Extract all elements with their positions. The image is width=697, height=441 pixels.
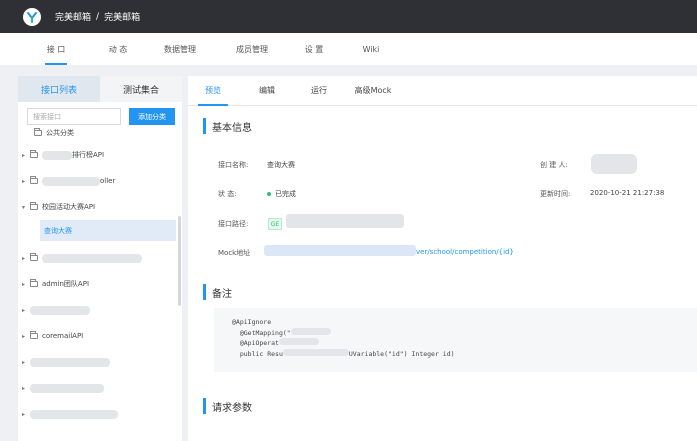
interface-tree: 公共分类 ▸ 排行榜API ▸ oller ▾ 校园活动大赛API 查询大赛 ▸: [18, 126, 182, 427]
tab-test-collection[interactable]: 测试集合: [100, 76, 182, 102]
folder-icon: [30, 279, 38, 287]
sidebar-scrollbar[interactable]: [178, 216, 181, 306]
breadcrumb-separator: /: [96, 11, 100, 22]
mock-url-link[interactable]: ver/school/competition/{id}: [416, 248, 514, 256]
yapi-logo-icon: [27, 11, 37, 23]
tab-preview[interactable]: 预览: [194, 75, 232, 106]
tree-category[interactable]: ▸ 排行榜API: [18, 142, 182, 168]
redacted-text: [290, 327, 331, 335]
tree-category[interactable]: ▸: [18, 401, 182, 427]
redacted-text: [30, 383, 104, 393]
detail-tabs: 预览 编辑 运行 高级Mock: [188, 76, 697, 106]
tree-category[interactable]: ▸: [18, 245, 182, 271]
tree-interface-selected[interactable]: 查询大赛: [40, 220, 176, 241]
method-tag: GE: [268, 218, 282, 230]
caret-right-icon[interactable]: ▸: [22, 359, 30, 366]
redacted-text: [30, 409, 118, 419]
creator-avatar[interactable]: [591, 154, 637, 174]
caret-right-icon[interactable]: ▸: [22, 385, 30, 392]
redacted-text: [282, 348, 349, 356]
caret-right-icon[interactable]: ▸: [22, 281, 30, 288]
caret-right-icon[interactable]: ▸: [22, 411, 30, 418]
code-line: @ApiOperat: [232, 338, 697, 349]
tab-interface-list[interactable]: 接口列表: [18, 76, 100, 102]
redacted-path: [286, 214, 404, 228]
add-category-button[interactable]: 添加分类: [129, 108, 175, 125]
interface-sidebar: 接口列表 测试集合 添加分类 公共分类 ▸ 排行榜API ▸ oller ▾ 校…: [18, 76, 182, 441]
tab-run[interactable]: 运行: [300, 75, 338, 105]
breadcrumb-group[interactable]: 完美邮箱: [55, 10, 91, 23]
section-title-basic-info: 基本信息: [203, 118, 252, 134]
nav-tab-wiki[interactable]: Wiki: [340, 33, 402, 65]
folder-icon: [30, 331, 38, 339]
tree-category[interactable]: ▸ oller: [18, 168, 182, 194]
field-label-mock: Mock地址: [218, 249, 251, 257]
section-title-remark: 备注: [203, 284, 232, 300]
folder-icon: [30, 150, 38, 158]
tree-category[interactable]: ▸ coremailAPI: [18, 323, 182, 349]
nav-tab-interface[interactable]: 接 口: [35, 33, 77, 65]
tree-category[interactable]: ▸ admin团队API: [18, 271, 182, 297]
tree-category[interactable]: ▸: [18, 375, 182, 401]
interface-detail-panel: 预览 编辑 运行 高级Mock 基本信息 接口名称: 查询大赛 创 建 人: 状…: [188, 76, 697, 441]
tree-category-expanded[interactable]: ▾ 校园活动大赛API: [18, 194, 182, 220]
tree-category[interactable]: ▸: [18, 349, 182, 375]
status-badge: 已完成: [267, 189, 296, 199]
caret-right-icon[interactable]: ▸: [22, 178, 30, 185]
field-label-status: 状 态:: [218, 190, 237, 198]
field-label-creator: 创 建 人:: [540, 161, 568, 169]
redacted-text: [30, 357, 110, 367]
top-bar: 完美邮箱 / 完美邮箱: [0, 0, 697, 33]
search-interface-input[interactable]: [27, 108, 121, 125]
folder-icon: [34, 128, 42, 136]
redacted-text: [42, 176, 100, 186]
section-title-request-params: 请求参数: [203, 398, 252, 414]
redacted-mock-url: [264, 245, 416, 256]
app-logo[interactable]: [23, 7, 41, 26]
caret-right-icon[interactable]: ▸: [22, 255, 30, 262]
field-label-path: 接口路径:: [218, 220, 249, 228]
field-value-updated: 2020-10-21 21:27:38: [590, 189, 665, 197]
field-label-name: 接口名称:: [218, 161, 249, 169]
sidebar-search-row: 添加分类: [18, 102, 182, 129]
tab-edit[interactable]: 编辑: [248, 75, 286, 105]
caret-right-icon[interactable]: ▸: [22, 152, 30, 159]
caret-right-icon[interactable]: ▸: [22, 307, 30, 314]
breadcrumb-project[interactable]: 完美邮箱: [104, 10, 140, 23]
nav-tab-member-management[interactable]: 成员管理: [221, 33, 283, 65]
redacted-text: [278, 338, 319, 345]
remark-code-block: @ApiIgnore @GetMapping(" @ApiOperat publ…: [214, 308, 697, 372]
redacted-text: [42, 253, 142, 263]
field-label-updated: 更新时间:: [540, 190, 571, 198]
project-nav: 接 口 动 态 数据管理 成员管理 设 置 Wiki: [0, 33, 697, 65]
caret-right-icon[interactable]: ▸: [22, 333, 30, 340]
field-value-name: 查询大赛: [267, 161, 295, 169]
folder-icon: [30, 202, 38, 210]
status-dot-icon: [267, 192, 271, 196]
tab-advanced-mock[interactable]: 高级Mock: [346, 75, 400, 105]
code-line: @GetMapping(": [232, 327, 697, 339]
redacted-text: [42, 150, 72, 160]
nav-tab-data-management[interactable]: 数据管理: [149, 33, 211, 65]
folder-icon: [30, 176, 38, 184]
redacted-text: [30, 305, 90, 315]
folder-icon: [30, 253, 38, 261]
tree-category[interactable]: 公共分类: [18, 126, 182, 140]
nav-tab-settings[interactable]: 设 置: [283, 33, 345, 65]
tree-category[interactable]: ▸: [18, 297, 182, 323]
code-line: public Resu UVariable("id") Integer id): [232, 348, 455, 358]
sidebar-tabs: 接口列表 测试集合: [18, 76, 182, 102]
breadcrumb: 完美邮箱 / 完美邮箱: [55, 10, 140, 24]
caret-down-icon[interactable]: ▾: [22, 204, 30, 211]
nav-tab-activity[interactable]: 动 态: [87, 33, 149, 65]
code-line: @ApiIgnore: [232, 318, 272, 326]
